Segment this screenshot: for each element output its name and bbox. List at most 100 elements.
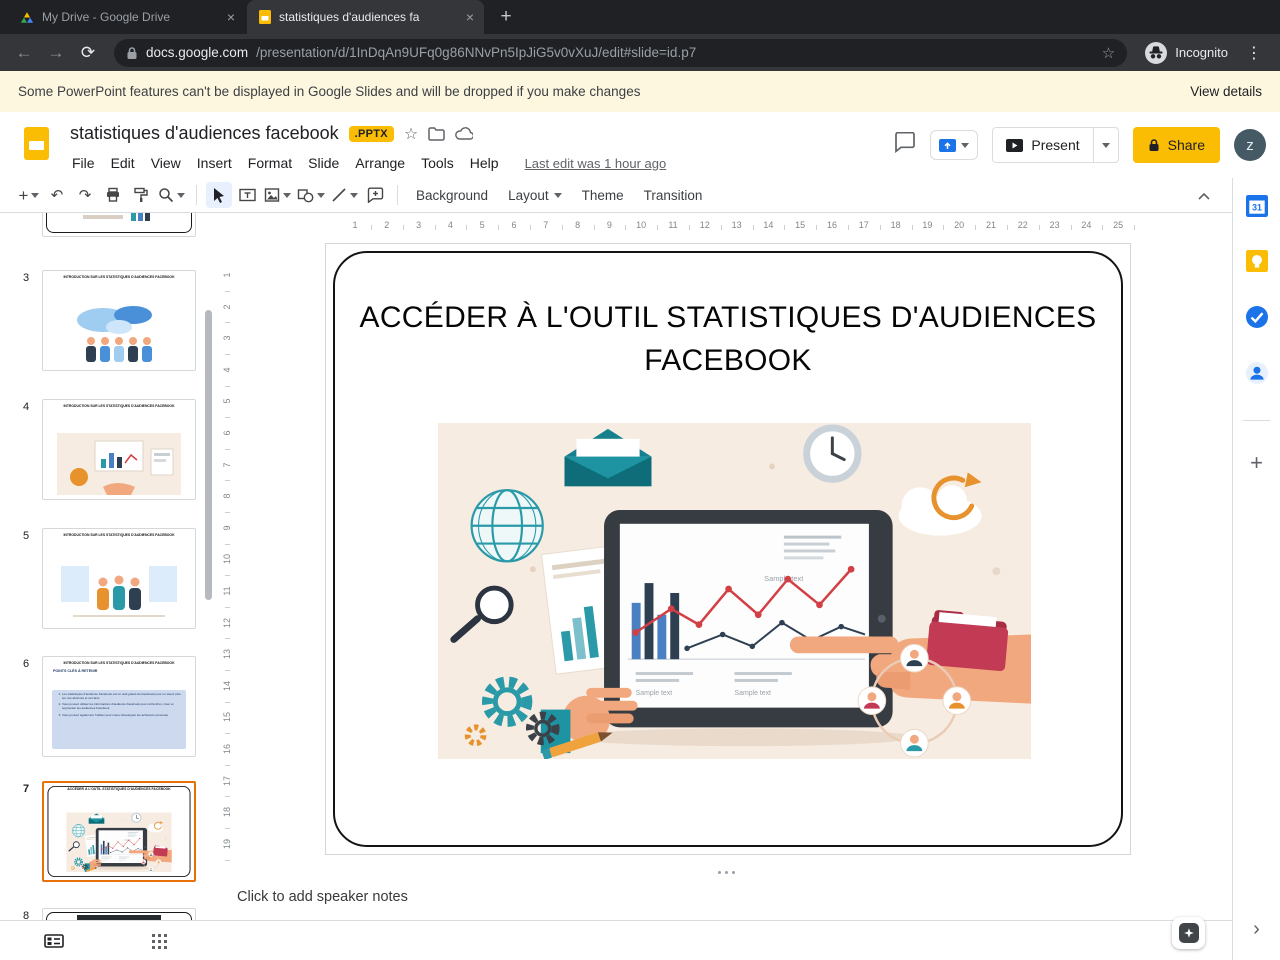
present-button[interactable]: Present [993,128,1092,162]
print-button[interactable] [100,182,126,208]
new-tab-button[interactable]: + [492,3,520,31]
tasks-icon[interactable] [1245,306,1268,333]
chevron-down-icon [961,142,970,148]
slide-thumbnail-3[interactable]: INTRODUCTION SUR LES STATISTIQUES D'AUDI… [42,270,196,371]
bookmark-star-icon[interactable]: ☆ [1102,44,1115,62]
edit-toolbar: + ↶ ↷ Background Layout Theme Transition [0,178,1232,213]
slide-thumbnail-2[interactable] [42,213,196,237]
comment-history-icon[interactable] [894,131,916,158]
insert-image-button[interactable] [262,182,293,208]
url-path: /presentation/d/1InDqAn9UFq0g86NNvPn5IpJ… [256,45,697,60]
drive-favicon-icon [20,11,34,23]
present-to-meeting-button[interactable] [930,130,979,160]
paint-format-button[interactable] [128,182,154,208]
filmstrip-scrollbar[interactable] [205,310,212,600]
menu-help[interactable]: Help [462,151,507,175]
view-details-link[interactable]: View details [1190,84,1262,99]
grid-view-button[interactable] [152,934,167,954]
present-options-button[interactable] [1092,128,1118,162]
side-panel-expand-icon[interactable]: › [1253,918,1260,941]
transition-button[interactable]: Transition [635,184,712,207]
browser-tab-slides[interactable]: statistiques d'audiences fa × [247,0,484,34]
menu-view[interactable]: View [143,151,189,175]
browser-tab-drive[interactable]: My Drive - Google Drive × [8,0,245,34]
slide-number-6: 6 [22,658,30,670]
menu-file[interactable]: File [64,151,103,175]
lock-icon [127,46,137,59]
menu-insert[interactable]: Insert [189,151,240,175]
rail-divider [1243,420,1270,421]
slide-thumbnail-7-selected[interactable]: ACCÉDER À L'OUTIL STATISTIQUES D'AUDIENC… [42,781,196,882]
thumb-title: INTRODUCTION SUR LES STATISTIQUES D'AUDI… [63,275,175,279]
menu-edit[interactable]: Edit [103,151,143,175]
select-tool[interactable] [206,182,232,208]
slides-logo-icon[interactable] [24,127,49,160]
calendar-icon[interactable]: 31 [1245,195,1268,222]
keep-icon[interactable] [1245,250,1268,277]
editor-canvas[interactable]: 1 2 3 4 5 6 7 8 9 10 11 12 13 14 15 16 17 18 19 20 21 22 23 24 2… [216,213,1232,920]
document-title[interactable]: statistiques d'audiences facebook [70,123,339,144]
layout-button[interactable]: Layout [499,184,571,207]
background-button[interactable]: Background [407,184,497,207]
slide-thumbnail-5[interactable]: INTRODUCTION SUR LES STATISTIQUES D'AUDI… [42,528,196,629]
slide-thumbnail-4[interactable]: INTRODUCTION SUR LES STATISTIQUES D'AUDI… [42,399,196,500]
slide-thumbnail-8[interactable] [42,908,196,920]
thumb-title: ACCÉDER À L'OUTIL STATISTIQUES D'AUDIENC… [67,787,171,791]
menu-slide[interactable]: Slide [300,151,347,175]
explore-icon [1178,923,1199,943]
redo-button[interactable]: ↷ [72,182,98,208]
back-icon[interactable]: ← [10,39,38,67]
undo-button[interactable]: ↶ [44,182,70,208]
forward-icon[interactable]: → [42,39,70,67]
pptx-badge: .PPTX [348,125,394,142]
last-edit-link[interactable]: Last edit was 1 hour ago [525,156,667,171]
slide-thumbnail-6[interactable]: INTRODUCTION SUR LES STATISTIQUES D'AUDI… [42,656,196,757]
incognito-badge: Incognito [1139,41,1234,64]
tab-close-icon[interactable]: × [223,9,239,25]
new-slide-button[interactable]: + [16,182,42,208]
slide-title-line1: ACCÉDER À L'OUTIL STATISTIQUES D'AUDIENC… [359,301,1097,334]
zoom-button[interactable] [156,182,187,208]
star-icon[interactable]: ☆ [404,124,418,144]
move-folder-icon[interactable] [428,126,446,141]
slide-illustration[interactable] [438,421,1031,761]
menu-format[interactable]: Format [240,151,300,175]
browser-tab-strip: My Drive - Google Drive × statistiques d… [0,0,1280,34]
present-label: Present [1031,137,1080,153]
speaker-notes-input[interactable]: Click to add speaker notes [237,889,408,905]
lock-icon [1149,139,1159,151]
account-avatar[interactable]: z [1234,129,1266,161]
filmstrip-view-button[interactable] [44,933,64,954]
slide-filmstrip[interactable]: 3 INTRODUCTION SUR LES STATISTIQUES D'AU… [0,213,216,920]
notes-resize-handle[interactable] [718,871,735,874]
explore-button[interactable] [1172,917,1205,949]
collapse-toolbar-button[interactable] [1198,187,1210,205]
insert-line-button[interactable] [329,182,360,208]
cast-icon [939,138,957,152]
thumb-heading: POINTS CLÉS À RETENIR [53,668,98,673]
add-addon-icon[interactable]: + [1250,450,1263,476]
insert-comment-button[interactable] [362,182,388,208]
slides-favicon-icon [259,10,271,24]
tab-title: statistiques d'audiences fa [279,10,420,24]
incognito-label: Incognito [1175,45,1228,60]
contacts-icon[interactable] [1245,362,1268,389]
theme-button[interactable]: Theme [573,184,633,207]
cloud-status-icon[interactable] [455,127,474,140]
browser-menu-icon[interactable]: ⋮ [1238,43,1270,63]
url-domain: docs.google.com [146,45,249,60]
menu-arrange[interactable]: Arrange [347,151,413,175]
vertical-ruler: 1 2 3 4 5 6 7 8 9 10 11 12 13 14 15 16 17 18 19 [216,237,238,920]
insert-shape-button[interactable] [295,182,327,208]
menu-bar: File Edit View Insert Format Slide Arran… [64,151,666,175]
reload-icon[interactable]: ⟳ [74,39,102,67]
share-button[interactable]: Share [1132,127,1220,163]
tab-title: My Drive - Google Drive [42,10,171,24]
slide-title[interactable]: ACCÉDER À L'OUTIL STATISTIQUES D'AUDIENC… [356,296,1100,382]
slide-title-line2: FACEBOOK [644,344,812,377]
address-bar[interactable]: docs.google.com /presentation/d/1InDqAn9… [114,38,1128,67]
text-box-tool[interactable] [234,182,260,208]
current-slide[interactable]: ACCÉDER À L'OUTIL STATISTIQUES D'AUDIENC… [325,243,1131,855]
menu-tools[interactable]: Tools [413,151,462,175]
tab-close-icon[interactable]: × [462,9,478,25]
